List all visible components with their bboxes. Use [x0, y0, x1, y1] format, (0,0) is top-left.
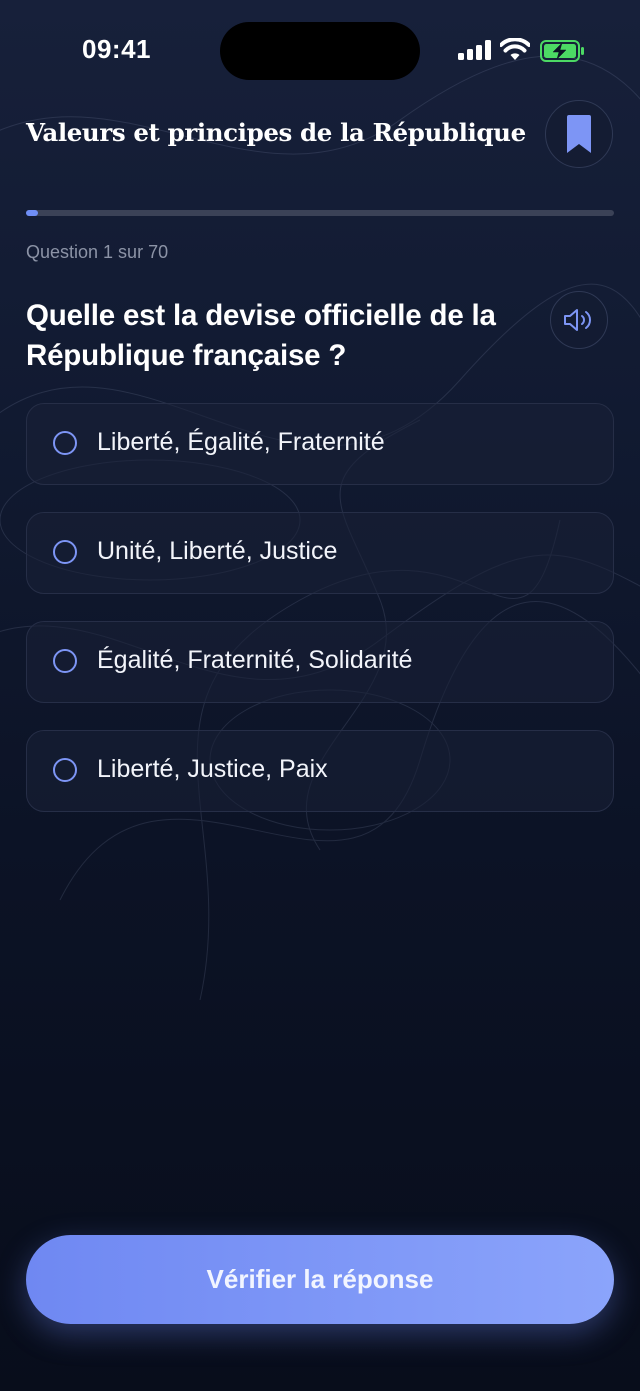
progress-bar	[26, 210, 614, 216]
dynamic-island	[220, 22, 420, 80]
bookmark-icon	[567, 115, 591, 153]
bookmark-button[interactable]	[545, 100, 613, 168]
question-text: Quelle est la devise officielle de la Ré…	[26, 299, 496, 372]
radio-circle-icon[interactable]	[53, 649, 77, 673]
battery-charging-icon	[540, 40, 584, 62]
wifi-icon	[500, 38, 530, 60]
radio-circle-icon[interactable]	[53, 540, 77, 564]
answer-option-label: Liberté, Égalité, Fraternité	[97, 428, 385, 456]
radio-circle-icon[interactable]	[53, 431, 77, 455]
answer-option[interactable]: Liberté, Justice, Paix	[26, 730, 614, 812]
answer-option-label: Égalité, Fraternité, Solidarité	[97, 646, 413, 674]
status-bar: 09:41	[0, 0, 640, 100]
read-aloud-button[interactable]	[550, 291, 608, 349]
speaker-icon	[564, 309, 591, 331]
progress-fill	[26, 210, 38, 216]
status-time: 09:41	[82, 34, 151, 64]
verify-answer-button[interactable]: Vérifier la réponse	[26, 1235, 614, 1324]
question-counter: Question 1 sur 70	[26, 242, 169, 262]
answer-option[interactable]: Liberté, Égalité, Fraternité	[26, 403, 614, 485]
answer-options: Liberté, Égalité, Fraternité Unité, Libe…	[26, 403, 614, 839]
answer-option-label: Unité, Liberté, Justice	[97, 537, 338, 565]
page-title: Valeurs et principes de la République	[26, 118, 526, 147]
radio-circle-icon[interactable]	[53, 758, 77, 782]
answer-option[interactable]: Unité, Liberté, Justice	[26, 512, 614, 594]
answer-option[interactable]: Égalité, Fraternité, Solidarité	[26, 621, 614, 703]
cellular-signal-icon	[458, 40, 491, 60]
answer-option-label: Liberté, Justice, Paix	[97, 755, 328, 783]
